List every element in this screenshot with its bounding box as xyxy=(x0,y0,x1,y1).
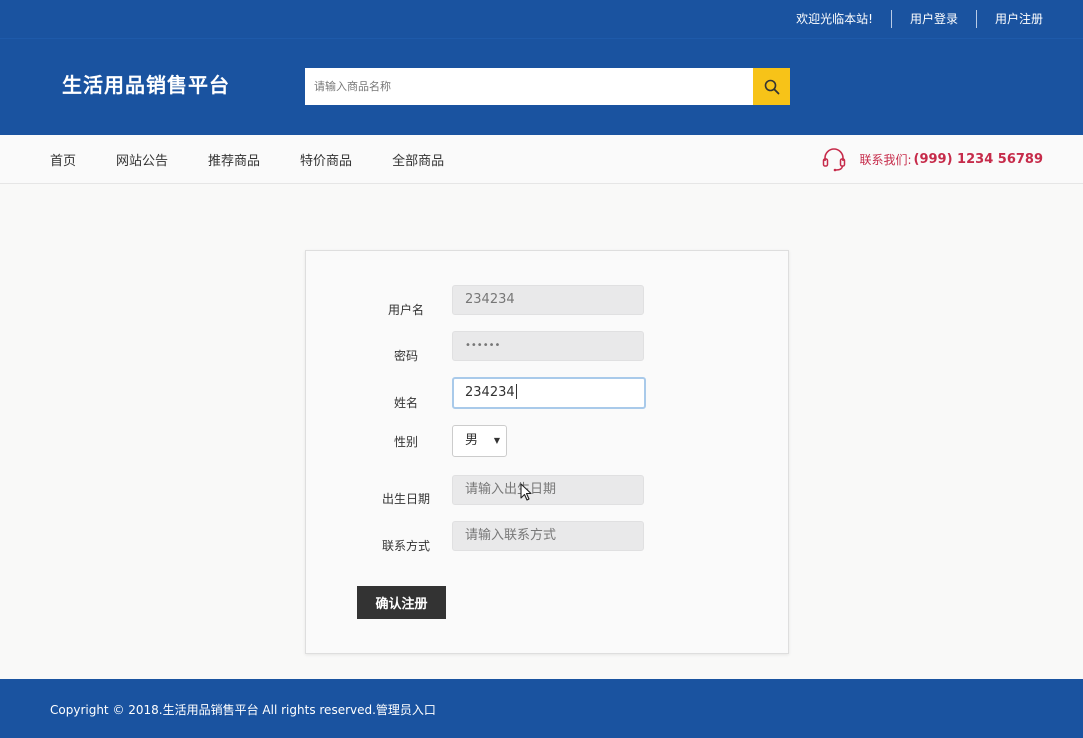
search-button[interactable] xyxy=(753,68,790,105)
dropdown-arrow-icon: ▼ xyxy=(493,436,500,445)
nav-item-all-products[interactable]: 全部商品 xyxy=(392,150,444,169)
name-field[interactable]: 234234 xyxy=(452,377,646,409)
header: 生活用品销售平台 xyxy=(0,38,1083,135)
contact-label: 联系我们: xyxy=(859,152,912,167)
birth-label: 出生日期 xyxy=(381,492,430,506)
search-input[interactable] xyxy=(305,68,753,105)
name-label: 姓名 xyxy=(393,396,418,410)
contact-info: 联系我们: (999) 1234 56789 xyxy=(821,135,1043,183)
top-links: 欢迎光临本站! 用户登录 用户注册 xyxy=(796,0,1043,38)
username-field[interactable]: 234234 xyxy=(452,285,644,315)
footer: Copyright © 2018.生活用品销售平台 All rights res… xyxy=(0,679,1083,738)
search-bar xyxy=(305,68,790,105)
top-bar: 欢迎光临本站! 用户登录 用户注册 xyxy=(0,0,1083,38)
gender-select[interactable]: 男 ▼ xyxy=(452,425,507,457)
site-logo[interactable]: 生活用品销售平台 xyxy=(62,69,230,98)
headset-icon xyxy=(821,146,847,172)
register-link[interactable]: 用户注册 xyxy=(977,10,1043,28)
nav-item-announcements[interactable]: 网站公告 xyxy=(116,150,168,169)
main-nav: 首页 网站公告 推荐商品 特价商品 全部商品 联系我们: (999) 1234 … xyxy=(0,135,1083,184)
name-value: 234234 xyxy=(465,385,515,400)
welcome-text: 欢迎光临本站! xyxy=(796,12,873,26)
contact-method-field[interactable]: 请输入联系方式 xyxy=(452,521,644,551)
nav-menu: 首页 网站公告 推荐商品 特价商品 全部商品 xyxy=(50,135,484,183)
birth-field[interactable]: 请输入出生日期 xyxy=(452,475,644,505)
gender-value: 男 xyxy=(465,433,479,448)
username-label: 用户名 xyxy=(387,303,424,317)
gender-label: 性别 xyxy=(393,435,418,449)
nav-item-specials[interactable]: 特价商品 xyxy=(300,150,352,169)
register-form: 用户名 234234 密码 •••••• 姓名 234234 性别 男 ▼ 出生… xyxy=(305,250,789,654)
nav-item-recommended[interactable]: 推荐商品 xyxy=(208,150,260,169)
password-field[interactable]: •••••• xyxy=(452,331,644,361)
search-icon xyxy=(764,79,779,94)
copyright-text: Copyright © 2018.生活用品销售平台 All rights res… xyxy=(50,703,436,717)
contact-method-label: 联系方式 xyxy=(381,539,430,553)
contact-phone: (999) 1234 56789 xyxy=(913,151,1043,167)
password-label: 密码 xyxy=(393,349,418,363)
mouse-cursor-icon xyxy=(520,483,532,501)
login-link[interactable]: 用户登录 xyxy=(892,10,976,28)
text-caret xyxy=(515,384,517,399)
submit-button[interactable]: 确认注册 xyxy=(357,586,446,619)
nav-item-home[interactable]: 首页 xyxy=(50,150,76,169)
